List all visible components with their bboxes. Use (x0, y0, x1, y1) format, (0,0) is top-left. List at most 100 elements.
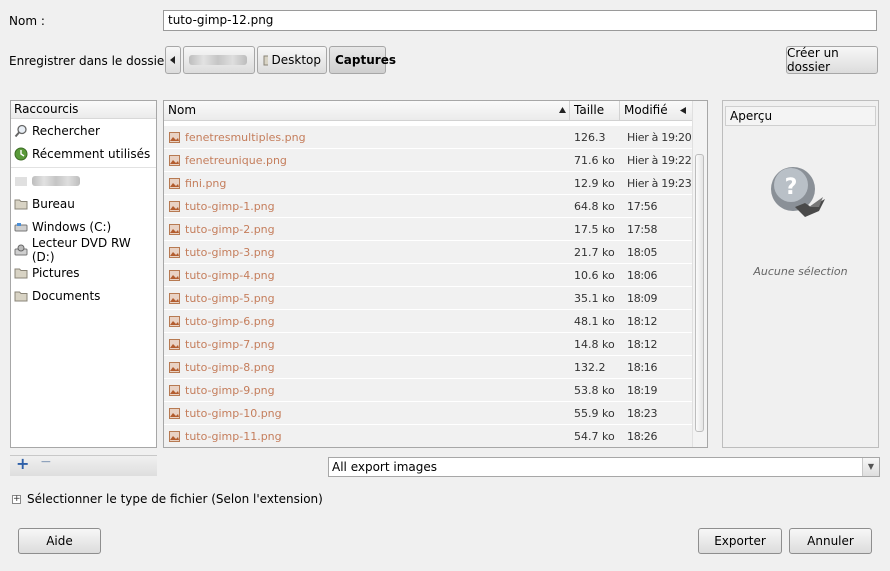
file-row[interactable]: tuto-gimp-9.png 53.8 ko 18:19 (164, 379, 693, 402)
save-in-folder-label: Enregistrer dans le dossier : (9, 54, 178, 68)
column-name-header[interactable]: Nom (164, 101, 570, 120)
file-row[interactable]: tuto-gimp-3.png 21.7 ko 18:05 (164, 241, 693, 264)
image-file-icon (169, 361, 180, 373)
file-name-cell: fini.png (164, 172, 570, 195)
shortcut-bureau[interactable]: Bureau (14, 194, 75, 214)
shortcut-search[interactable]: Rechercher (14, 121, 100, 141)
file-name-cell: tuto-gimp-10.png (164, 402, 570, 425)
folder-icon (263, 55, 268, 66)
remove-bookmark-button[interactable]: − (40, 454, 52, 470)
path-button-label: Desktop (271, 53, 322, 67)
shortcuts-separator (11, 167, 156, 168)
file-row[interactable]: fenetresmultiples.png 126.3 koHier à 19:2… (164, 126, 693, 167)
file-row[interactable]: fini.png 12.9 ko Hier à 19:23 (164, 172, 693, 195)
column-modified-header[interactable]: Modifié (620, 101, 693, 120)
file-modified: Hier à 19:23 (620, 172, 693, 195)
shortcut-home[interactable] (14, 171, 80, 191)
file-name-cell: fenetresmultiples.png (164, 126, 570, 149)
folder-icon (14, 268, 28, 279)
path-button-desktop[interactable]: Desktop (257, 46, 327, 74)
shortcuts-header-label: Raccourcis (14, 102, 79, 116)
file-size: 10.6 ko (570, 264, 620, 287)
image-file-icon (169, 315, 180, 327)
preview-header-label: Aperçu (730, 109, 773, 123)
file-size: 17.5 ko (570, 218, 620, 241)
expand-icon: + (12, 493, 21, 504)
file-name-cell: fenetreunique.png (164, 149, 570, 172)
shortcuts-header[interactable]: Raccourcis (11, 101, 156, 119)
file-row[interactable]: tuto-gimp-6.png 48.1 ko 18:12 (164, 310, 693, 333)
shortcut-windows-c[interactable]: Windows (C:) (14, 217, 111, 237)
file-name: tuto-gimp-2.png (185, 222, 275, 236)
cancel-button[interactable]: Annuler (789, 528, 872, 554)
file-name-cell: tuto-gimp-2.png (164, 218, 570, 241)
preview-pane: Aperçu ? Aucune sélection (722, 100, 879, 448)
file-row[interactable]: tuto-gimp-7.png 14.8 ko 18:12 (164, 333, 693, 356)
blurred-username (32, 176, 80, 186)
add-bookmark-button[interactable]: + (16, 454, 29, 473)
recent-icon (14, 147, 28, 161)
file-row[interactable]: tuto-gimp-10.png 55.9 ko 18:23 (164, 402, 693, 425)
file-modified: 18:12 (620, 310, 693, 333)
shortcut-label: Rechercher (32, 124, 100, 138)
file-modified: 18:16 (620, 356, 693, 379)
file-list-scrollbar[interactable] (692, 101, 707, 447)
file-row[interactable]: tuto-gimp-8.png 132.2 ko18:16 (164, 356, 693, 397)
file-name: tuto-gimp-3.png (185, 245, 275, 259)
image-file-icon (169, 223, 180, 235)
file-size: 48.1 ko (570, 310, 620, 333)
file-filter-value: All export images (332, 460, 438, 474)
file-name: fenetresmultiples.png (185, 130, 306, 144)
file-row[interactable]: fenetreunique.png 71.6 ko Hier à 19:22 (164, 149, 693, 172)
path-button-user[interactable] (183, 46, 255, 74)
create-folder-button[interactable]: Créer un dossier (786, 46, 878, 74)
dvd-drive-icon (14, 244, 28, 256)
chevron-down-icon[interactable]: ▼ (862, 458, 879, 476)
path-scroll-left-button[interactable] (165, 46, 181, 74)
file-name-cell: tuto-gimp-1.png (164, 195, 570, 218)
shortcut-label: Windows (C:) (32, 220, 112, 234)
path-button-captures[interactable]: Captures (329, 46, 396, 74)
file-modified: 18:05 (620, 241, 693, 264)
name-label: Nom : (9, 14, 45, 28)
file-row[interactable]: tuto-gimp-11.png 54.7 ko 18:26 (164, 425, 693, 447)
shortcut-dvd[interactable]: Lecteur DVD RW (D:) (14, 236, 156, 264)
shortcut-label: Pictures (32, 266, 80, 280)
file-row[interactable]: tuto-gimp-1.png 64.8 ko 17:56 (164, 195, 693, 218)
file-list-header: Nom Taille Modifié (164, 101, 693, 121)
shortcuts-pane: Raccourcis Rechercher Récemment utilisés… (10, 100, 157, 448)
shortcut-documents[interactable]: Documents (14, 286, 100, 306)
help-button[interactable]: Aide (18, 528, 101, 554)
file-row[interactable]: tuto-gimp-4.png 10.6 ko 18:06 (164, 264, 693, 287)
image-file-icon (169, 200, 180, 212)
blurred-username (189, 55, 247, 65)
file-name-cell: tuto-gimp-4.png (164, 264, 570, 287)
file-name: tuto-gimp-9.png (185, 383, 275, 397)
file-name: fini.png (185, 176, 227, 190)
scrollbar-thumb[interactable] (695, 154, 704, 432)
create-folder-label: Créer un dossier (787, 46, 839, 74)
file-size: 55.9 ko (570, 402, 620, 425)
shortcut-pictures[interactable]: Pictures (14, 263, 80, 283)
file-filter-select[interactable]: All export images ▼ (328, 457, 880, 477)
file-name-cell: tuto-gimp-6.png (164, 310, 570, 333)
file-list-pane: Nom Taille Modifié fenetresmultiples.png… (163, 100, 708, 448)
file-row[interactable]: tuto-gimp-2.png 17.5 ko 17:58 (164, 218, 693, 241)
export-button[interactable]: Exporter (698, 528, 782, 554)
image-file-icon (169, 269, 180, 281)
filetype-expander[interactable]: + Sélectionner le type de fichier (Selon… (12, 492, 323, 506)
image-file-icon (169, 246, 180, 258)
file-modified: 17:58 (620, 218, 693, 241)
search-icon (14, 124, 27, 138)
file-name-cell: tuto-gimp-7.png (164, 333, 570, 356)
file-size: 12.9 ko (570, 172, 620, 195)
file-size: 53.8 ko (570, 379, 620, 402)
file-size: 54.7 ko (570, 425, 620, 447)
folder-icon (14, 291, 28, 302)
filename-input[interactable]: tuto-gimp-12.png (163, 10, 877, 31)
shortcut-recent[interactable]: Récemment utilisés (14, 144, 150, 164)
column-size-header[interactable]: Taille (570, 101, 620, 120)
drive-icon (14, 223, 28, 232)
file-modified: 18:09 (620, 287, 693, 310)
file-row[interactable]: tuto-gimp-5.png 35.1 ko 18:09 (164, 287, 693, 310)
